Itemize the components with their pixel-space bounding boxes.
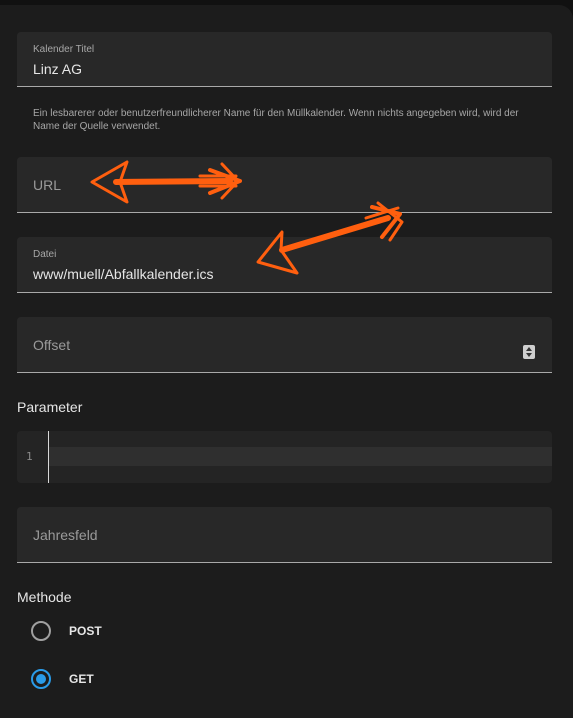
file-label: Datei: [33, 249, 57, 260]
code-gutter: 1: [17, 431, 49, 483]
year-placeholder: Jahresfeld: [33, 527, 98, 543]
parameter-code-editor[interactable]: 1: [17, 431, 552, 483]
calendar-title-label: Kalender Titel: [33, 44, 95, 55]
method-title: Methode: [17, 589, 72, 605]
number-spinner-icon[interactable]: [523, 345, 535, 359]
url-field[interactable]: URL: [17, 157, 552, 213]
method-option-label: GET: [69, 672, 94, 686]
parameter-title: Parameter: [17, 399, 83, 415]
url-placeholder: URL: [33, 177, 62, 193]
calendar-title-value: Linz AG: [33, 61, 83, 77]
calendar-title-helper: Ein lesbarerer oder benutzerfreundlicher…: [33, 108, 519, 132]
radio-unchecked-icon[interactable]: [31, 621, 51, 641]
radio-checked-icon[interactable]: [31, 669, 51, 689]
line-number: 1: [26, 450, 33, 463]
file-field[interactable]: Datei www/muell/Abfallkalender.ics: [17, 237, 552, 293]
offset-placeholder: Offset: [33, 337, 71, 353]
method-option-label: POST: [69, 624, 102, 638]
offset-field[interactable]: Offset: [17, 317, 552, 373]
calendar-title-field[interactable]: Kalender Titel Linz AG: [17, 32, 552, 87]
file-value: www/muell/Abfallkalender.ics: [33, 266, 214, 282]
code-active-line[interactable]: [49, 447, 552, 466]
year-field[interactable]: Jahresfeld: [17, 507, 552, 563]
